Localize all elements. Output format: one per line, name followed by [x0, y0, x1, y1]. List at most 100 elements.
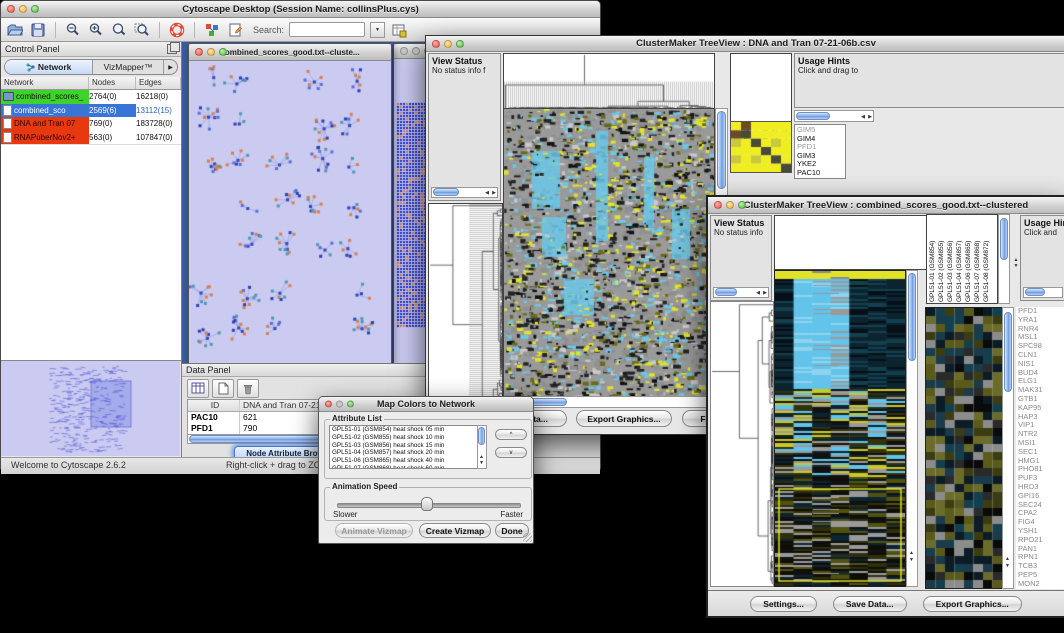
- cytoscape-titlebar[interactable]: Cytoscape Desktop (Session Name: collins…: [1, 1, 600, 18]
- scroll-down-icon[interactable]: ▼: [1005, 563, 1010, 569]
- dialog-map-colors: Map Colors to Network Attribute List GPL…: [318, 396, 534, 544]
- open-file-icon[interactable]: [6, 21, 24, 39]
- move-up-button[interactable]: ^: [495, 429, 527, 440]
- zoom-panel-scrollbar[interactable]: ◀ ▶: [794, 110, 874, 122]
- minimize-icon[interactable]: [207, 48, 215, 56]
- zoom-heatmap-matrix[interactable]: [730, 121, 792, 173]
- row-dendrogram[interactable]: [428, 203, 503, 413]
- heatmap-vscrollbar[interactable]: ▲ ▼: [906, 270, 918, 587]
- treeview1-title: ClusterMaker TreeView : DNA and Tran 07-…: [636, 38, 876, 49]
- network-table-row[interactable]: combined_scores_ 2764(0) 16218(0): [1, 90, 181, 104]
- zoom-selected-icon[interactable]: [133, 21, 151, 39]
- attribute-item[interactable]: GPL51-03 (GSM856) heat shock 15 min: [330, 442, 486, 450]
- scroll-right-icon[interactable]: ▶: [492, 190, 496, 196]
- close-icon[interactable]: [400, 47, 408, 55]
- scroll-right-icon[interactable]: ▶: [763, 290, 767, 296]
- treeview2-action-button[interactable]: Export Graphics...: [923, 596, 1022, 612]
- tab-network[interactable]: Network: [5, 60, 93, 74]
- scroll-up-icon[interactable]: ▲: [909, 550, 914, 556]
- close-icon[interactable]: [432, 40, 440, 48]
- delete-attribute-icon[interactable]: [237, 379, 259, 398]
- annotation-icon[interactable]: [226, 21, 244, 39]
- network-view-window[interactable]: combined_scores_good.txt--cluste...: [188, 43, 392, 363]
- control-panel: Control Panel Network VizMapper™ ▶ Netwo…: [1, 42, 182, 457]
- zoom-window-icon[interactable]: [456, 40, 464, 48]
- tab-vizmapper[interactable]: VizMapper™: [93, 60, 164, 74]
- view-status-scrollbar[interactable]: ◀ ▶: [431, 187, 498, 198]
- row-dendrogram[interactable]: [710, 301, 774, 587]
- network-overview[interactable]: [1, 360, 181, 457]
- scroll-up-icon[interactable]: ▲: [1005, 556, 1010, 562]
- condition-labels-scrollbar[interactable]: [998, 214, 1010, 304]
- attribute-item[interactable]: GPL51-07 (GSM868) heat shock 60 min: [330, 465, 486, 469]
- network-canvas[interactable]: [189, 61, 391, 364]
- column-dendrogram[interactable]: [503, 53, 715, 110]
- treeview2-button-bar: Settings... Save Data... Export Graphics..…: [708, 590, 1064, 616]
- condition-labels: GPL51-01 (GSM854)GPL51-02 (GSM855)GPL51-…: [926, 214, 998, 304]
- speed-slider-thumb[interactable]: [421, 497, 433, 511]
- minimize-icon[interactable]: [336, 401, 343, 408]
- gene-list-scrollbar[interactable]: ▲ ▼: [1002, 307, 1014, 589]
- zoom-in-icon[interactable]: [87, 21, 105, 39]
- minimize-icon[interactable]: [444, 40, 452, 48]
- attribute-item[interactable]: GPL51-02 (GSM855) heat shock 10 min: [330, 434, 486, 442]
- close-icon[interactable]: [195, 48, 203, 56]
- attribute-item[interactable]: GPL51-06 (GSM865) heat shock 40 min: [330, 457, 486, 465]
- dialog-titlebar[interactable]: Map Colors to Network: [319, 397, 533, 412]
- attribute-list-scrollbar[interactable]: ▲ ▼: [477, 425, 487, 469]
- resize-grip[interactable]: [523, 533, 532, 542]
- attribute-item[interactable]: GPL51-01 (GSM854) heat shock 05 min: [330, 426, 486, 434]
- new-attribute-icon[interactable]: [212, 379, 234, 398]
- create-vizmap-button[interactable]: Create Vizmap: [419, 523, 491, 538]
- minimize-icon[interactable]: [726, 201, 734, 209]
- scroll-left-icon[interactable]: ◀: [756, 290, 760, 296]
- heatmap-main[interactable]: [774, 270, 906, 587]
- attribute-list[interactable]: GPL51-01 (GSM854) heat shock 05 minGPL51…: [329, 425, 487, 469]
- heatmap-main[interactable]: [503, 108, 715, 400]
- network-table-row[interactable]: RNAPuberNov2+ 563(0) 107847(0): [1, 131, 181, 145]
- zoom-window-icon[interactable]: [347, 401, 354, 408]
- control-panel-title: Control Panel: [5, 44, 60, 54]
- treeview1-titlebar[interactable]: ClusterMaker TreeView : DNA and Tran 07-…: [426, 36, 1064, 52]
- animate-vizmap-button[interactable]: Animate Vizmap: [335, 523, 413, 538]
- export-graphics-button[interactable]: Export Graphics...: [576, 410, 672, 427]
- condition-label: GPL51-03 (GSM856): [946, 216, 955, 302]
- network-table-row[interactable]: combined_sco 2569(6) 13112(15): [1, 104, 181, 118]
- vizmapper-icon[interactable]: [203, 21, 221, 39]
- float-panel-icon[interactable]: [167, 44, 177, 54]
- scroll-left-icon[interactable]: ◀: [485, 190, 489, 196]
- scroll-down-icon[interactable]: ▼: [479, 460, 484, 466]
- search-input[interactable]: [289, 22, 365, 37]
- zoom-window-icon[interactable]: [31, 5, 39, 13]
- gene-label: PAC10: [797, 169, 845, 178]
- gene-label[interactable]: MON2: [1018, 580, 1064, 589]
- treeview2-action-button[interactable]: Settings...: [750, 596, 817, 612]
- usage-hints-scrollbar[interactable]: [1023, 287, 1063, 298]
- save-session-icon[interactable]: [29, 21, 47, 39]
- treeview2-titlebar[interactable]: ClusterMaker TreeView : combined_scores_…: [708, 197, 1064, 214]
- import-table-icon[interactable]: [390, 21, 408, 39]
- attribute-select-icon[interactable]: [187, 379, 209, 398]
- zoom-window-icon[interactable]: [738, 201, 746, 209]
- zoom-heatmap[interactable]: [925, 307, 1003, 589]
- scroll-right-icon[interactable]: ▶: [868, 114, 872, 120]
- scroll-down-icon[interactable]: ▼: [909, 557, 914, 563]
- network-table-row[interactable]: DNA and Tran 07 769(0) 183728(0): [1, 117, 181, 131]
- help-lifesaver-icon[interactable]: [168, 21, 186, 39]
- search-dropdown-icon[interactable]: ▾: [370, 22, 385, 38]
- close-icon[interactable]: [325, 401, 332, 408]
- close-icon[interactable]: [714, 201, 722, 209]
- close-icon[interactable]: [7, 5, 15, 13]
- column-dendrogram[interactable]: [774, 215, 928, 270]
- view-status-scrollbar[interactable]: ◀ ▶: [713, 287, 769, 298]
- scroll-left-icon[interactable]: ◀: [861, 114, 865, 120]
- minimize-icon[interactable]: [412, 47, 420, 55]
- attribute-item[interactable]: GPL51-04 (GSM857) heat shock 20 min: [330, 449, 486, 457]
- treeview2-action-button[interactable]: Save Data...: [833, 596, 907, 612]
- zoom-fit-icon[interactable]: [110, 21, 128, 39]
- zoom-out-icon[interactable]: [64, 21, 82, 39]
- minimize-icon[interactable]: [19, 5, 27, 13]
- tabs-more-icon[interactable]: ▶: [164, 60, 177, 74]
- move-down-button[interactable]: v: [495, 447, 527, 458]
- zoom-window-icon[interactable]: [219, 48, 227, 56]
